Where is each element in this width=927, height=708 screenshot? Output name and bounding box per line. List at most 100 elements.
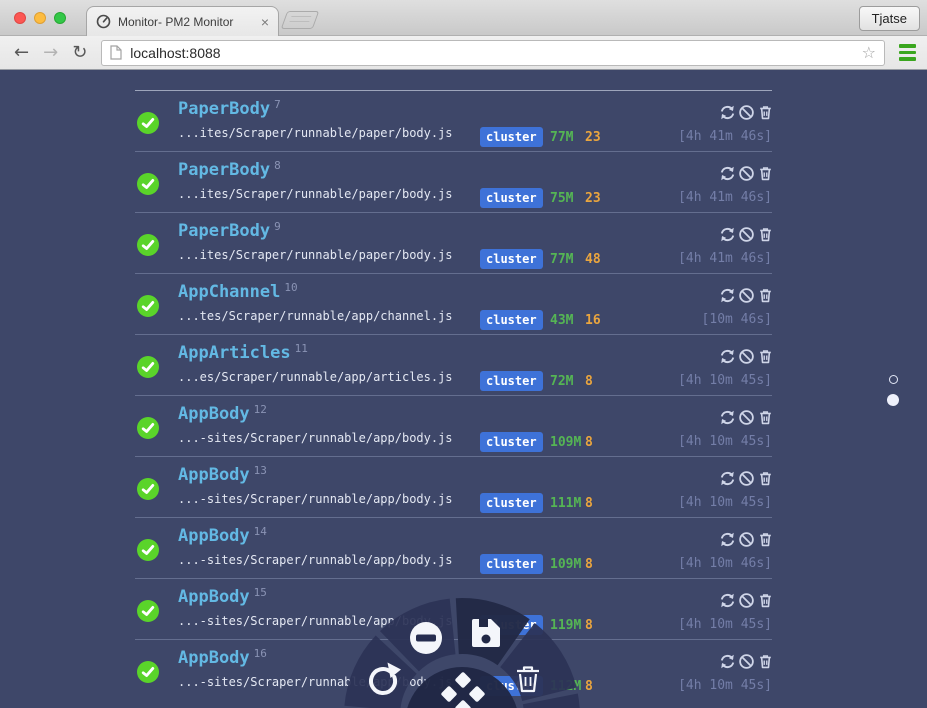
status-online-icon <box>137 173 159 195</box>
address-bar[interactable]: localhost:8088 ☆ <box>101 39 885 66</box>
memory-value: 77M <box>550 252 574 267</box>
process-path: ...es/Scraper/runnable/app/articles.js <box>178 370 453 384</box>
process-name[interactable]: AppBody <box>178 526 250 546</box>
delete-icon[interactable] <box>757 287 774 304</box>
process-name[interactable]: PaperBody <box>178 221 270 241</box>
process-name[interactable]: PaperBody <box>178 99 270 119</box>
uptime-value: [4h 10m 45s] <box>678 373 772 388</box>
url-text[interactable]: localhost:8088 <box>130 45 853 61</box>
browser-tab[interactable]: Monitor- PM2 Monitor × <box>86 6 279 36</box>
restart-icon[interactable] <box>719 531 736 548</box>
restart-icon[interactable] <box>719 653 736 670</box>
process-path: ...ites/Scraper/runnable/paper/body.js <box>178 248 453 262</box>
process-id: 16 <box>253 647 267 660</box>
delete-icon[interactable] <box>757 470 774 487</box>
stop-icon[interactable] <box>738 165 755 182</box>
reload-icon[interactable]: ↻ <box>67 43 92 62</box>
mode-badge: cluster <box>480 188 543 208</box>
tab-close-icon[interactable]: × <box>261 14 269 30</box>
memory-value: 109M <box>550 435 582 450</box>
process-name[interactable]: AppChannel <box>178 282 280 302</box>
restart-icon[interactable] <box>719 348 736 365</box>
status-online-icon <box>137 661 159 683</box>
uptime-value: [4h 10m 45s] <box>678 617 772 632</box>
row-actions <box>719 470 774 487</box>
delete-icon[interactable] <box>757 226 774 243</box>
restart-icon[interactable] <box>719 409 736 426</box>
restart-icon[interactable] <box>719 104 736 121</box>
process-row: AppBody 14 ...-sites/Scraper/runnable/app… <box>135 517 772 578</box>
row-actions <box>719 592 774 609</box>
process-name[interactable]: PaperBody <box>178 160 270 180</box>
memory-value: 75M <box>550 191 574 206</box>
restart-icon[interactable] <box>719 470 736 487</box>
restart-icon[interactable] <box>719 287 736 304</box>
memory-value: 77M <box>550 130 574 145</box>
stop-icon[interactable] <box>738 287 755 304</box>
process-id: 9 <box>274 220 281 233</box>
stop-icon[interactable] <box>738 470 755 487</box>
process-name[interactable]: AppBody <box>178 404 250 424</box>
process-id: 7 <box>274 98 281 111</box>
process-name[interactable]: AppArticles <box>178 343 291 363</box>
remove-icon[interactable] <box>410 622 442 654</box>
memory-value: 109M <box>550 557 582 572</box>
process-id: 11 <box>294 342 308 355</box>
status-online-icon <box>137 478 159 500</box>
stop-icon[interactable] <box>738 653 755 670</box>
pagination-dot-active[interactable] <box>887 394 899 406</box>
stop-icon[interactable] <box>738 226 755 243</box>
window-controls <box>14 12 66 24</box>
status-online-icon <box>137 417 159 439</box>
process-row: AppBody 13 ...-sites/Scraper/runnable/app… <box>135 456 772 517</box>
delete-icon[interactable] <box>757 592 774 609</box>
stop-icon[interactable] <box>738 104 755 121</box>
new-tab-button[interactable] <box>280 11 320 29</box>
row-actions <box>719 348 774 365</box>
uptime-value: [4h 10m 45s] <box>678 495 772 510</box>
row-actions <box>719 409 774 426</box>
row-actions <box>719 104 774 121</box>
stop-icon[interactable] <box>738 592 755 609</box>
restart-icon[interactable] <box>719 592 736 609</box>
delete-icon[interactable] <box>757 165 774 182</box>
status-online-icon <box>137 600 159 622</box>
mode-badge: cluster <box>480 493 543 513</box>
process-path: ...-sites/Scraper/runnable/app/body.js <box>178 553 453 567</box>
delete-icon[interactable] <box>757 348 774 365</box>
process-path: ...tes/Scraper/runnable/app/channel.js <box>178 309 453 323</box>
status-online-icon <box>137 234 159 256</box>
process-name[interactable]: AppBody <box>178 648 250 668</box>
uptime-value: [4h 41m 46s] <box>678 129 772 144</box>
process-id: 14 <box>253 525 267 538</box>
status-online-icon <box>137 356 159 378</box>
close-window-button[interactable] <box>14 12 26 24</box>
delete-icon[interactable] <box>757 653 774 670</box>
back-icon[interactable]: ← <box>9 43 34 62</box>
mode-badge: cluster <box>480 432 543 452</box>
stop-icon[interactable] <box>738 409 755 426</box>
pagination-dot[interactable] <box>889 375 898 384</box>
restart-icon[interactable] <box>719 226 736 243</box>
minimize-window-button[interactable] <box>34 12 46 24</box>
process-row: AppBody 12 ...-sites/Scraper/runnable/app… <box>135 395 772 456</box>
delete-icon[interactable] <box>757 409 774 426</box>
process-path: ...-sites/Scraper/runnable/app/body.js <box>178 431 453 445</box>
process-name[interactable]: AppBody <box>178 465 250 485</box>
bookmark-star-icon[interactable]: ☆ <box>862 43 876 62</box>
mode-badge: cluster <box>480 371 543 391</box>
process-path: ...ites/Scraper/runnable/paper/body.js <box>178 187 453 201</box>
chrome-menu-icon[interactable] <box>897 42 918 63</box>
delete-icon[interactable] <box>757 104 774 121</box>
zoom-window-button[interactable] <box>54 12 66 24</box>
process-id: 15 <box>253 586 267 599</box>
process-name[interactable]: AppBody <box>178 587 250 607</box>
restart-icon[interactable] <box>719 165 736 182</box>
stop-icon[interactable] <box>738 348 755 365</box>
profile-button[interactable]: Tjatse <box>858 6 920 31</box>
page-icon <box>110 45 122 60</box>
stop-icon[interactable] <box>738 531 755 548</box>
tab-title: Monitor- PM2 Monitor <box>118 14 234 29</box>
delete-icon[interactable] <box>757 531 774 548</box>
restart-count: 8 <box>585 374 593 389</box>
